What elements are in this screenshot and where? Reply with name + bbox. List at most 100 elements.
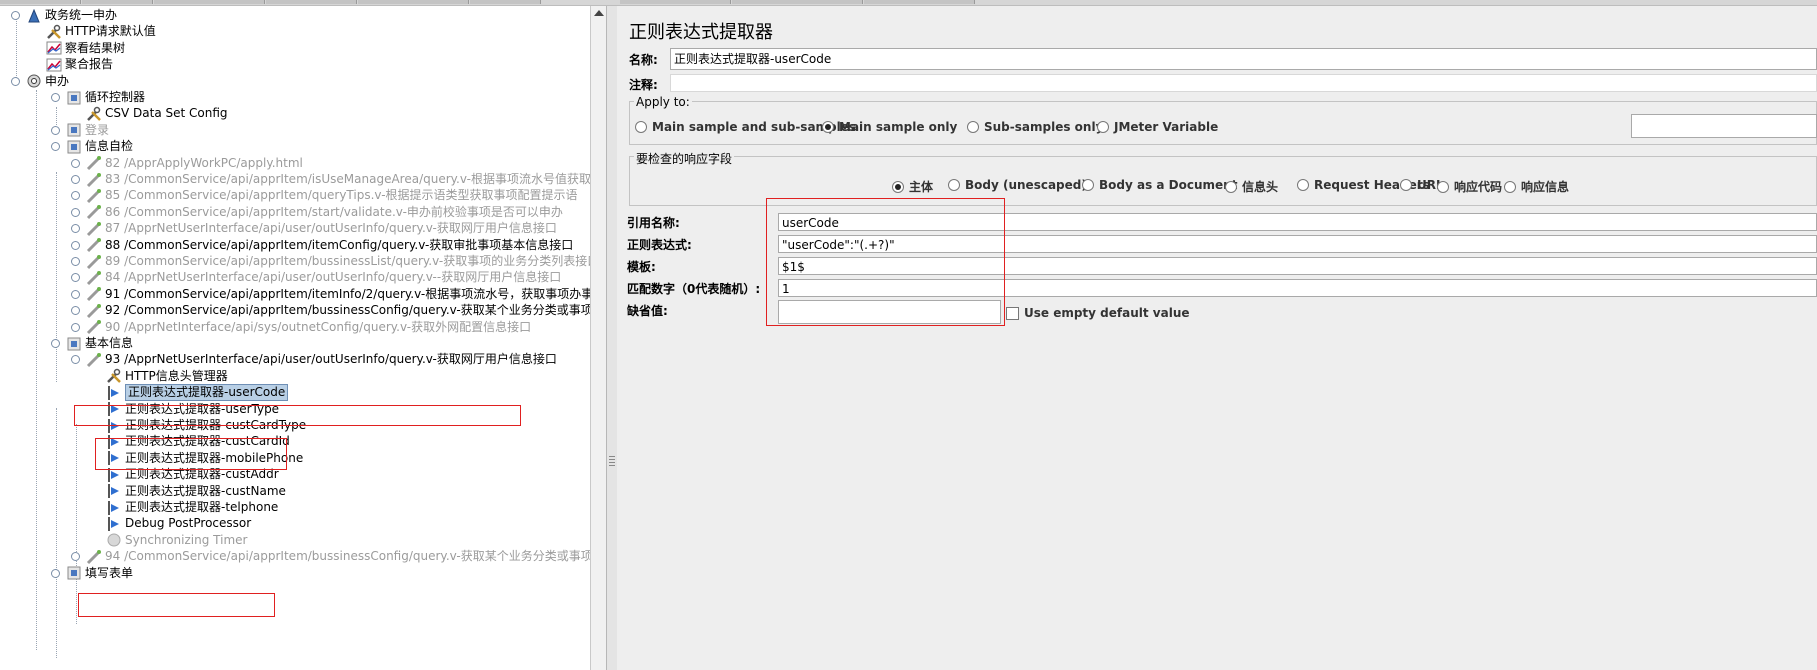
tree-scrollbar[interactable] [590, 6, 607, 670]
postprocessor-icon [106, 418, 122, 434]
tree-expand-handle-icon[interactable] [71, 224, 80, 234]
tree-expand-handle-icon[interactable] [71, 289, 80, 299]
template-field[interactable]: $1$ [778, 257, 1817, 275]
name-field[interactable]: 正则表达式提取器-userCode [670, 48, 1817, 70]
tree-node-label: 94 /CommonService/api/apprItem/bussiness… [105, 549, 590, 564]
sampler-icon [86, 221, 102, 237]
sampler-icon [86, 303, 102, 319]
radio-option-label: 响应信息 [1521, 180, 1570, 194]
radio-option[interactable]: 主体 [892, 178, 933, 195]
radio-button-icon[interactable] [1504, 180, 1516, 193]
scroll-up-arrow-icon[interactable] [594, 10, 604, 16]
radio-button-icon[interactable] [948, 179, 960, 191]
checkbox-box-icon[interactable] [1006, 306, 1019, 320]
sampler-icon [86, 204, 102, 220]
radio-option-label: 响应代码 [1454, 180, 1503, 194]
comment-field[interactable] [670, 74, 1817, 92]
tree-expand-handle-icon[interactable] [71, 306, 80, 316]
radio-option-label: JMeter Variable [1114, 120, 1219, 134]
radio-button-icon[interactable] [1097, 121, 1109, 133]
tree-expand-handle-icon[interactable] [11, 11, 20, 20]
tree-expand-handle-icon[interactable] [71, 240, 80, 250]
jmeter-variable-input[interactable] [1631, 114, 1817, 138]
radio-option[interactable]: Main sample only [822, 120, 957, 134]
splitter-grip-icon[interactable] [609, 456, 615, 466]
panel-title: 正则表达式提取器 [629, 22, 773, 43]
tree-expand-handle-icon[interactable] [71, 191, 80, 201]
postprocessor-icon [106, 385, 122, 401]
apply-to-title: Apply to: [634, 95, 692, 109]
tree-expand-handle-icon[interactable] [51, 125, 60, 135]
radio-button-icon[interactable] [967, 121, 979, 133]
default-value-field[interactable] [778, 300, 1001, 324]
radio-option[interactable]: 信息头 [1225, 178, 1278, 195]
tree-expand-handle-icon[interactable] [51, 142, 60, 152]
tree-expand-handle-icon[interactable] [51, 339, 60, 348]
tree-expand-handle-icon[interactable] [71, 355, 80, 365]
radio-button-icon[interactable] [1297, 179, 1309, 191]
tree-expand-handle-icon[interactable] [71, 273, 80, 283]
sampler-icon [86, 172, 102, 188]
use-empty-default-checkbox[interactable]: Use empty default value [1006, 306, 1190, 320]
sampler-icon [86, 155, 102, 171]
ref-name-label: 引用名称: [627, 216, 680, 230]
radio-button-icon[interactable] [822, 121, 834, 133]
testplan-icon [26, 8, 42, 24]
postprocessor-icon [106, 450, 122, 466]
tree-expand-handle-icon[interactable] [71, 552, 80, 562]
postprocessor-icon [106, 401, 122, 417]
tree-node[interactable]: 90 /ApprNetInterface/api/sys/outnetConfi… [86, 318, 531, 337]
test-plan-tree[interactable]: 政务统一申办 HTTP请求默认值 察看结果树 聚合报告 申办 循环控制器 CSV Data … [0, 6, 590, 670]
radio-option[interactable]: Body as a Document [1082, 178, 1237, 192]
name-label: 名称: [629, 53, 658, 67]
tree-expand-handle-icon[interactable] [71, 175, 80, 184]
tree-node-label: 聚合报告 [65, 57, 114, 72]
template-label: 模板: [627, 260, 656, 274]
tree-node[interactable]: 申办 [26, 72, 69, 91]
tree-expand-handle-icon[interactable] [51, 93, 60, 102]
timer-icon [106, 532, 122, 548]
tree-expand-handle-icon[interactable] [71, 257, 80, 266]
regex-field[interactable]: "userCode":"(.+?)" [778, 235, 1817, 253]
radio-option[interactable]: 响应信息 [1504, 178, 1569, 195]
match-no-label: 匹配数字（0代表随机）: [627, 282, 761, 296]
radio-option[interactable]: JMeter Variable [1097, 120, 1218, 134]
sampler-icon [86, 254, 102, 270]
radio-option-label: 主体 [909, 180, 934, 194]
extractor-panel: 正则表达式提取器 名称: 正则表达式提取器-userCode 注释: Apply… [617, 6, 1817, 670]
radio-option[interactable]: Body (unescaped) [948, 178, 1087, 192]
default-value-label: 缺省值: [627, 304, 668, 318]
match-no-field[interactable]: 1 [778, 279, 1817, 297]
tree-expand-handle-icon[interactable] [71, 158, 80, 168]
tree-expand-handle-icon[interactable] [71, 322, 80, 332]
radio-option[interactable]: Sub-samples only [967, 120, 1103, 134]
radio-option[interactable]: 响应代码 [1437, 178, 1502, 195]
controller-icon [66, 122, 82, 138]
radio-button-icon[interactable] [1082, 179, 1094, 191]
ref-name-field[interactable]: userCode [778, 213, 1817, 231]
tree-expand-handle-icon[interactable] [11, 76, 20, 86]
tree-node[interactable]: 填写表单 [66, 564, 133, 583]
radio-option-label: Body as a Document [1099, 178, 1238, 192]
sampler-icon [86, 352, 102, 368]
sampler-icon [86, 286, 102, 302]
sampler-icon [86, 188, 102, 204]
tree-expand-handle-icon[interactable] [51, 568, 60, 578]
postprocessor-icon [106, 434, 122, 450]
radio-button-icon[interactable] [635, 121, 647, 133]
tree-node-label: 90 /ApprNetInterface/api/sys/outnetConfi… [105, 319, 532, 334]
comment-label: 注释: [629, 78, 658, 92]
tree-node[interactable]: 94 /CommonService/api/apprItem/bussiness… [86, 547, 590, 566]
radio-button-icon[interactable] [892, 180, 904, 193]
radio-button-icon[interactable] [1437, 180, 1449, 193]
graph-icon [46, 40, 62, 56]
wrench-icon [106, 368, 122, 384]
radio-button-icon[interactable] [1225, 180, 1237, 193]
radio-option-label: Body (unescaped) [965, 178, 1087, 192]
response-field-title: 要检查的响应字段 [634, 150, 735, 167]
tree-node-label: 填写表单 [85, 565, 134, 580]
controller-icon [66, 565, 82, 581]
tree-expand-handle-icon[interactable] [71, 207, 80, 217]
radio-button-icon[interactable] [1400, 179, 1412, 191]
wrench-icon [86, 106, 102, 122]
